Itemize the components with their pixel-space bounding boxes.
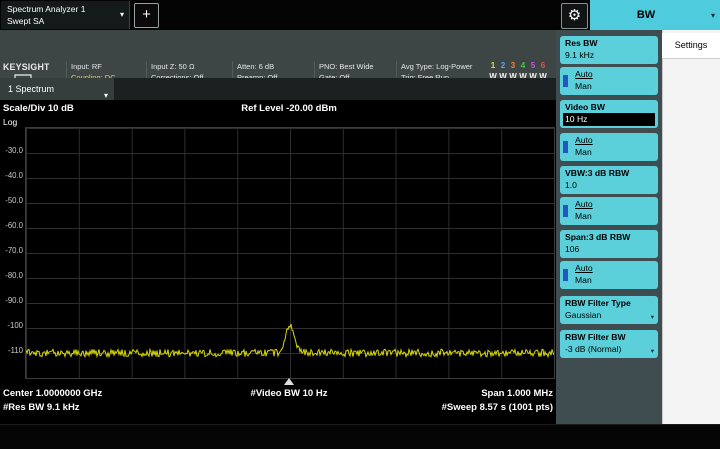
- auto-option[interactable]: Auto: [575, 69, 593, 79]
- auto-option[interactable]: Auto: [575, 199, 593, 209]
- span-3db-rbw-value: 106: [565, 244, 579, 254]
- vbw-3db-rbw-label: VBW:3 dB RBW: [565, 168, 629, 178]
- man-option[interactable]: Man: [575, 275, 592, 285]
- vbw-3db-rbw-value: 1.0: [565, 180, 577, 190]
- gear-icon[interactable]: ⚙: [561, 3, 588, 29]
- y-axis-label: -90.0: [0, 296, 23, 305]
- trace-numbers-row: 1 2 3 4 5 6: [488, 61, 554, 72]
- res-bw-auto-man-toggle[interactable]: Auto Man: [560, 67, 658, 95]
- auto-option[interactable]: Auto: [575, 263, 593, 273]
- bw-menu-label: BW: [590, 0, 702, 30]
- status-line: Input Z: 50 Ω: [151, 61, 233, 72]
- tab-settings[interactable]: Settings: [662, 33, 720, 59]
- ref-level-readout[interactable]: Ref Level -20.00 dBm: [25, 103, 553, 114]
- res-bw-label: Res BW: [565, 38, 597, 48]
- y-axis-label: -70.0: [0, 246, 23, 255]
- status-line: Avg Type: Log-Power: [401, 61, 491, 72]
- trace-number: 4: [518, 61, 528, 72]
- app-title-line2: Swept SA: [7, 16, 44, 26]
- rbw-filter-bw-dropdown[interactable]: RBW Filter BW -3 dB (Normal) ▾: [560, 330, 658, 358]
- y-axis-label: -40.0: [0, 171, 23, 180]
- status-line: Input: RF: [71, 61, 147, 72]
- y-axis-label: -80.0: [0, 271, 23, 280]
- video-bw-button[interactable]: Video BW 10 Hz: [560, 100, 658, 128]
- y-axis-label: -60.0: [0, 221, 23, 230]
- rbw-filter-type-value: Gaussian: [565, 310, 601, 320]
- man-option[interactable]: Man: [575, 211, 592, 221]
- chevron-down-icon: ▾: [120, 10, 124, 19]
- sweep-readout[interactable]: #Sweep 8.57 s (1001 pts): [25, 402, 553, 413]
- spectrum-analyzer-screen: Spectrum Analyzer 1 Swept SA ▾ + ⚙ BW ▾ …: [0, 0, 720, 449]
- man-option[interactable]: Man: [575, 147, 592, 157]
- rbw-filter-bw-value: -3 dB (Normal): [565, 344, 621, 354]
- bottom-toolbar: ↩ ↶ ↷ ?: [0, 424, 720, 449]
- trace-number: 5: [528, 61, 538, 72]
- video-bw-auto-man-toggle[interactable]: Auto Man: [560, 133, 658, 161]
- y-axis-label: -50.0: [0, 196, 23, 205]
- res-bw-value: 9.1 kHz: [565, 50, 594, 60]
- rbw-filter-type-dropdown[interactable]: RBW Filter Type Gaussian ▾: [560, 296, 658, 324]
- auto-indicator: [563, 269, 568, 281]
- measurement-selector-label: 1 Spectrum: [8, 78, 54, 100]
- log-scale-label: Log: [3, 117, 17, 127]
- graph-area: Scale/Div 10 dB Ref Level -20.00 dBm Log…: [0, 100, 556, 424]
- y-axis-label: -110: [0, 346, 23, 355]
- auto-indicator: [563, 141, 568, 153]
- status-line: Atten: 6 dB: [237, 61, 315, 72]
- top-bar: Spectrum Analyzer 1 Swept SA ▾ + ⚙ BW ▾: [0, 0, 720, 30]
- rbw-filter-bw-label: RBW Filter BW: [565, 332, 626, 342]
- span-3db-rbw-auto-man-toggle[interactable]: Auto Man: [560, 261, 658, 289]
- auto-indicator: [563, 75, 568, 87]
- chevron-down-icon: ▾: [651, 347, 654, 355]
- status-bar: KEYSIGHT Input: RF Coupling: DC Align: A…: [0, 30, 556, 78]
- span-3db-rbw-label: Span:3 dB RBW: [565, 232, 630, 242]
- spectrum-trace: [26, 324, 554, 357]
- status-line: PNO: Best Wide: [319, 61, 397, 72]
- y-axis-labels: -30.0 -40.0 -50.0 -60.0 -70.0 -80.0 -90.0 -100 -…: [0, 127, 23, 377]
- y-axis-label: -100: [0, 321, 23, 330]
- vbw-3db-rbw-button[interactable]: VBW:3 dB RBW 1.0: [560, 166, 658, 194]
- auto-option[interactable]: Auto: [575, 135, 593, 145]
- man-option[interactable]: Man: [575, 81, 592, 91]
- chevron-down-icon: ▾: [651, 313, 654, 321]
- span-3db-rbw-button[interactable]: Span:3 dB RBW 106: [560, 230, 658, 258]
- video-bw-label: Video BW: [565, 102, 605, 112]
- video-bw-value-field[interactable]: 10 Hz: [563, 113, 655, 126]
- brand-name: KEYSIGHT: [3, 62, 65, 72]
- measurement-selector[interactable]: 1 Spectrum ▾: [0, 78, 114, 100]
- rbw-filter-type-label: RBW Filter Type: [565, 298, 631, 308]
- app-title-line1: Spectrum Analyzer 1: [7, 4, 85, 14]
- span-readout[interactable]: Span 1.000 MHz: [25, 388, 553, 399]
- trace-number: 6: [538, 61, 548, 72]
- res-bw-button[interactable]: Res BW 9.1 kHz: [560, 36, 658, 64]
- side-panel-tab-strip: [662, 30, 720, 424]
- add-tab-button[interactable]: +: [134, 3, 159, 28]
- bw-menu-button[interactable]: BW ▾: [590, 0, 720, 30]
- chevron-down-icon: ▾: [711, 11, 715, 20]
- trace-number: 2: [498, 61, 508, 72]
- center-frequency-marker-icon: [284, 378, 294, 385]
- vbw-3db-rbw-auto-man-toggle[interactable]: Auto Man: [560, 197, 658, 225]
- auto-indicator: [563, 205, 568, 217]
- trace-number: 1: [488, 61, 498, 72]
- trace-number: 3: [508, 61, 518, 72]
- y-axis-label: -30.0: [0, 146, 23, 155]
- app-title-tab[interactable]: Spectrum Analyzer 1 Swept SA ▾: [1, 1, 130, 29]
- trace-svg: [26, 128, 554, 378]
